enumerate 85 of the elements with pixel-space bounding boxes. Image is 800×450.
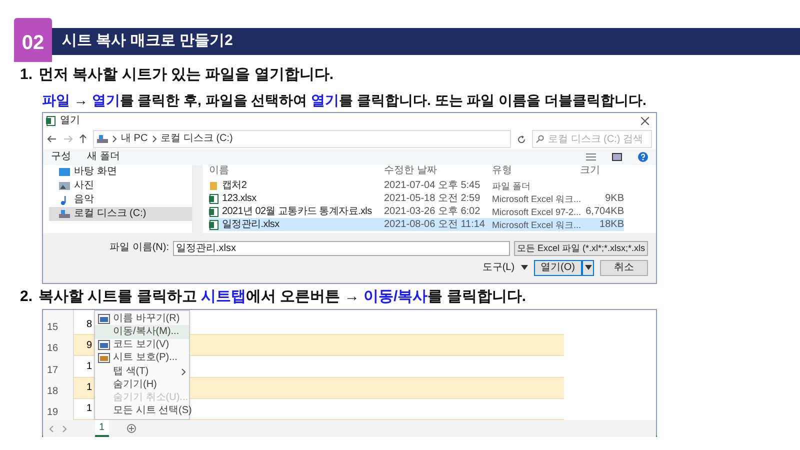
file-row[interactable]: 123.xlsx 2021-05-18 오전 2:59 Microsoft Excel 워크... 9KB	[209, 192, 624, 205]
nav-item[interactable]: 음악	[49, 193, 192, 207]
cancel-button[interactable]: 취소	[600, 260, 648, 276]
row-number: 16	[46, 342, 60, 356]
list-view-icon[interactable]	[586, 153, 596, 161]
rename-icon	[98, 314, 110, 324]
desktop-icon	[59, 167, 70, 177]
window-title: 열기	[60, 115, 80, 127]
menu-item[interactable]: 모든 시트 선택(S)	[95, 404, 189, 418]
close-icon[interactable]	[641, 117, 649, 125]
column-header[interactable]: 이름	[209, 165, 384, 179]
row-number: 19	[46, 406, 60, 420]
up-icon[interactable]	[79, 134, 87, 144]
instruction-text: →	[72, 92, 89, 109]
row-number: 17	[46, 364, 60, 378]
sheet-tab[interactable]: 1	[95, 420, 109, 437]
breadcrumb-item[interactable]: 내 PC	[121, 133, 148, 145]
step-number: 1.	[20, 66, 33, 84]
nav-item[interactable]: 로컬 디스크 (C:)	[49, 207, 192, 221]
column-header[interactable]: 크기	[580, 165, 624, 179]
address-bar[interactable]: 내 PC 로컬 디스크 (C:)	[93, 130, 511, 148]
open-menu-button[interactable]	[582, 260, 594, 276]
chevron-right-icon[interactable]	[152, 135, 157, 143]
scrollbar[interactable]	[193, 165, 203, 233]
filename-label: 파일 이름(N):	[108, 242, 169, 254]
highlighted-text: 열기	[311, 92, 340, 109]
spreadsheet-icon	[209, 206, 219, 216]
drive-icon	[59, 209, 70, 219]
refresh-icon[interactable]	[517, 134, 526, 144]
help-icon[interactable]	[638, 152, 648, 162]
code-icon	[98, 340, 110, 350]
file-type-dropdown[interactable]: 모든 Excel 파일 (*.xl*;*.xlsx;*.xls	[514, 240, 648, 256]
pictures-icon	[59, 181, 70, 191]
protect-icon	[98, 353, 110, 364]
file-row[interactable]: 2021년 02월 교통카드 통계자료.xls 2021-03-26 오후 6:02 Microsoft Excel 97-2... 6,704KB	[209, 205, 624, 218]
column-header[interactable]: 수정한 날짜	[384, 165, 492, 179]
dropdown-arrow-icon[interactable]	[584, 265, 592, 270]
breadcrumb-item[interactable]: 로컬 디스크 (C:)	[160, 133, 233, 145]
column-header[interactable]: 유형	[492, 165, 580, 179]
table-cell: 9	[74, 335, 94, 356]
spreadsheet-icon	[46, 116, 56, 126]
spreadsheet-icon	[209, 220, 219, 230]
instruction-text: 복사할 시트를 클릭하고	[38, 288, 198, 306]
menu-item[interactable]: 코드 보기(V)	[95, 338, 189, 352]
search-icon	[536, 135, 544, 143]
instruction-text: 를 클릭한 후, 파일을 선택하여	[120, 92, 308, 109]
menu-item[interactable]: 이름 바꾸기(R)	[95, 312, 189, 326]
chevron-right-icon[interactable]	[112, 135, 117, 143]
filename-field[interactable]: 일정관리.xlsx	[173, 240, 510, 256]
add-sheet-icon[interactable]	[126, 424, 136, 433]
scroll-left-icon[interactable]	[49, 424, 54, 432]
file-row[interactable]: 캡처2 2021-07-04 오후 5:45 파일 폴더	[209, 179, 624, 192]
menu-item[interactable]: 이동/복사(M)...	[95, 325, 189, 338]
search-field[interactable]: 로컬 디스크 (C:) 검색	[532, 130, 652, 148]
nav-item[interactable]: 사진	[49, 179, 192, 193]
row-number: 15	[46, 321, 60, 336]
instruction-text: 를 클릭합니다.	[428, 288, 526, 306]
section-number-badge: 02	[14, 18, 52, 62]
open-button[interactable]: 열기(O)	[534, 260, 582, 276]
highlighted-text: 파일	[42, 92, 70, 109]
menu-item[interactable]: 시트 보호(P)...	[95, 352, 189, 365]
step-title: 먼저 복사할 시트가 있는 파일을 열기합니다.	[38, 66, 334, 84]
step-number: 2.	[20, 288, 33, 306]
scroll-right-icon[interactable]	[62, 424, 67, 432]
menu-item[interactable]: 탭 색(T)	[95, 365, 189, 378]
instruction-text: 에서 오른버튼 →	[246, 288, 360, 306]
spreadsheet-icon	[209, 194, 219, 204]
drive-icon	[97, 134, 108, 144]
highlighted-text: 열기	[92, 92, 120, 109]
nav-item[interactable]: 바탕 화면	[49, 165, 192, 179]
highlighted-text: 시트탭	[201, 288, 246, 306]
menu-item[interactable]: 숨기기(H)	[95, 378, 189, 392]
toolbar-button[interactable]: 구성	[51, 151, 71, 163]
highlighted-text: 이동/복사	[364, 288, 428, 306]
file-row[interactable]: 일정관리.xlsx 2021-08-06 오전 11:14 Microsoft Excel 워크... 18KB	[209, 218, 624, 231]
folder-icon	[209, 180, 219, 190]
back-icon[interactable]	[47, 135, 57, 143]
toolbar-button[interactable]: 새 폴더	[87, 151, 120, 163]
tools-dropdown[interactable]: 도구(L)	[482, 262, 515, 274]
dropdown-arrow-icon[interactable]	[520, 265, 528, 270]
row-number: 18	[46, 384, 60, 399]
table-cell: 1	[74, 378, 94, 399]
instruction-text: 를 클릭합니다. 또는 파일 이름을 더블클릭합니다.	[339, 92, 646, 109]
section-title-bar: 시트 복사 매크로 만들기2	[52, 28, 800, 55]
preview-pane-icon[interactable]	[612, 153, 622, 161]
